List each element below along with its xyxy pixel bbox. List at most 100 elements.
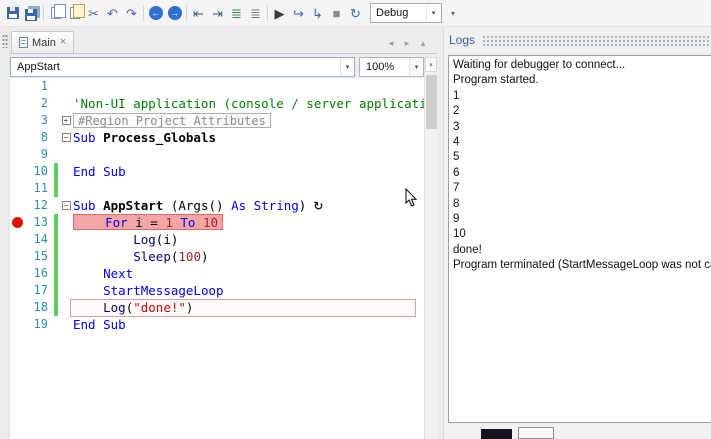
run-button[interactable]: ▶ (270, 3, 289, 23)
scroll-up-icon[interactable]: ▲ (425, 57, 437, 72)
log-line: 8 (453, 197, 460, 210)
tab-scroll-right-button[interactable]: ▸ (401, 38, 413, 49)
cut-button[interactable]: ✂ (84, 3, 103, 23)
code-line-13[interactable]: 13 For i = 1 To 10 (10, 214, 424, 231)
toolbar-overflow-button[interactable]: ▾ (447, 9, 459, 18)
navigate-forward-button[interactable]: → (165, 3, 184, 23)
code-line-11[interactable]: 11 (10, 180, 424, 197)
fold-gutter (59, 231, 73, 248)
step-into-button[interactable]: ↳ (308, 3, 327, 23)
copy-docs-icon (50, 4, 66, 19)
changed-line-bar (54, 180, 58, 197)
breakpoint-gutter[interactable] (10, 78, 24, 95)
fold-gutter: − (59, 197, 73, 214)
outdent-button[interactable]: ⇤ (189, 3, 208, 23)
copy-button[interactable] (46, 3, 66, 23)
breakpoint-gutter[interactable] (10, 163, 24, 180)
code-text: For i = 1 To 10 (73, 214, 424, 231)
redo-arrow-icon: ↷ (126, 5, 137, 21)
fold-gutter (59, 95, 73, 112)
breakpoint-gutter[interactable] (10, 299, 24, 316)
fold-expand-icon[interactable]: + (61, 116, 71, 125)
step-over-button[interactable]: ↪ (289, 3, 308, 23)
line-number: 2 (40, 96, 48, 110)
uncomment-lines-icon: ≣ (250, 5, 261, 21)
breakpoint-gutter[interactable] (10, 129, 24, 146)
code-text: Next (103, 266, 134, 281)
code-line-12[interactable]: 12 − Sub AppStart (Args() As String) ↻ (10, 197, 424, 214)
breakpoint-gutter[interactable] (10, 231, 24, 248)
undo-button[interactable]: ↶ (103, 3, 122, 23)
fold-gutter: + (59, 112, 73, 129)
indent-button[interactable]: ⇥ (208, 3, 227, 23)
save-all-button[interactable] (22, 3, 41, 23)
line-number: 19 (33, 317, 48, 331)
breakpoint-gutter[interactable] (10, 197, 24, 214)
build-mode-select[interactable]: Debug ▾ (370, 3, 442, 23)
fold-collapse-icon[interactable]: − (61, 133, 71, 142)
tab-label: Main (32, 36, 56, 49)
breakpoint-gutter[interactable] (10, 282, 24, 299)
breakpoint-gutter[interactable] (10, 265, 24, 282)
breakpoint-gutter[interactable] (10, 316, 24, 333)
code-line-10[interactable]: 10 End Sub (10, 163, 424, 180)
breakpoint-gutter[interactable] (10, 112, 24, 129)
breakpoint-gutter[interactable] (10, 214, 24, 231)
tab-close-icon[interactable]: × (60, 37, 66, 48)
breakpoint-gutter[interactable] (10, 146, 24, 163)
restart-button[interactable]: ↻ (346, 3, 365, 23)
dock-drag-grip-icon[interactable] (482, 35, 711, 46)
code-line-15[interactable]: 15 Sleep(100) (10, 248, 424, 265)
tab-list-button[interactable]: ▴ (417, 38, 429, 49)
logs-panel-title: Logs (449, 33, 476, 47)
member-selector[interactable]: AppStart ▾ (10, 57, 355, 77)
code-line-1[interactable]: 1 (10, 78, 424, 95)
paste-button[interactable] (65, 3, 85, 23)
fold-gutter (59, 299, 73, 316)
scrollbar-thumb[interactable] (426, 75, 437, 129)
collapsed-region[interactable]: #Region Project Attributes (73, 113, 271, 128)
log-line: 7 (453, 182, 460, 195)
dock-grip-icon[interactable] (1, 34, 8, 48)
changed-line-bar (54, 214, 58, 231)
code-line-3[interactable]: 3 + #Region Project Attributes (10, 112, 424, 129)
code-editor[interactable]: 1 2 'Non-UI application (console / server … (10, 78, 424, 439)
changed-line-bar (54, 231, 58, 248)
line-number: 14 (33, 232, 48, 246)
editor-vertical-scrollbar[interactable]: ▲ (424, 57, 437, 439)
code-line-17[interactable]: 17 StartMessageLoop (10, 282, 424, 299)
breakpoint-gutter[interactable] (10, 95, 24, 112)
logs-output[interactable]: Waiting for debugger to connect... Progra… (448, 55, 711, 423)
stop-icon: ■ (332, 5, 341, 21)
fold-collapse-icon[interactable]: − (61, 201, 71, 210)
breakpoint-gutter[interactable] (10, 180, 24, 197)
code-line-8[interactable]: 8 − Sub Process_Globals (10, 129, 424, 146)
navigate-back-button[interactable]: ← (146, 3, 165, 23)
partial-control-dropdown[interactable] (518, 427, 554, 439)
line-number: 10 (33, 164, 48, 178)
partial-control-dark[interactable] (481, 429, 512, 439)
code-line-16[interactable]: 16 Next (10, 265, 424, 282)
code-line-19[interactable]: 19 End Sub (10, 316, 424, 333)
breakpoint-gutter[interactable] (10, 248, 24, 265)
fold-gutter: − (59, 129, 73, 146)
code-line-18[interactable]: 18 Log("done!") (10, 299, 424, 317)
paste-icon (69, 4, 85, 19)
fold-gutter (59, 248, 73, 265)
comment-button[interactable]: ≣ (227, 3, 246, 23)
code-text: 'Non-UI application (console / server ap… (73, 96, 424, 111)
stop-button[interactable]: ■ (327, 3, 346, 23)
code-line-2[interactable]: 2 'Non-UI application (console / server a… (10, 95, 424, 112)
fold-gutter (59, 163, 73, 180)
uncomment-button[interactable]: ≣ (246, 3, 265, 23)
tab-scroll-left-button[interactable]: ◂ (385, 38, 397, 49)
redo-button[interactable]: ↷ (122, 3, 141, 23)
tab-main[interactable]: Main × (11, 31, 75, 53)
save-button[interactable] (3, 3, 22, 23)
zoom-selector[interactable]: 100% ▾ (359, 57, 424, 77)
logs-panel-header[interactable]: Logs (449, 32, 711, 48)
code-line-9[interactable]: 9 (10, 146, 424, 163)
code-line-14[interactable]: 14 Log(i) (10, 231, 424, 248)
